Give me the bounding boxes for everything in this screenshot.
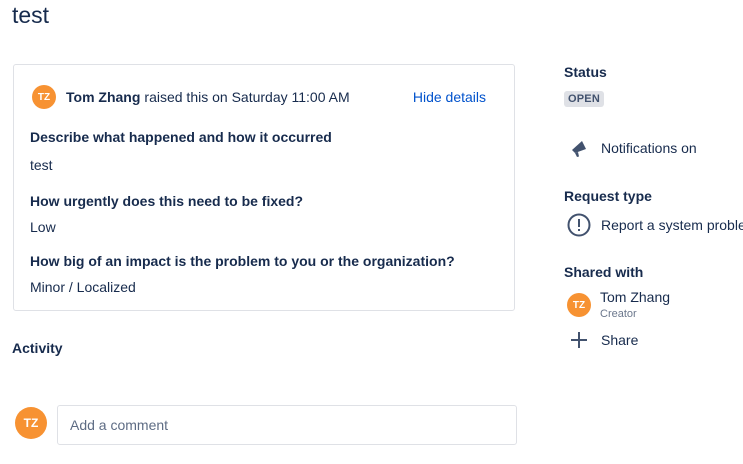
- shared-with-heading: Shared with: [564, 264, 644, 280]
- exclamation-circle-icon: [567, 213, 591, 237]
- field-label-urgency: How urgently does this need to be fixed?: [30, 193, 304, 209]
- field-value-description: test: [30, 157, 53, 173]
- shared-user-name: Tom Zhang: [600, 289, 671, 305]
- shared-user-role: Creator: [600, 308, 637, 320]
- status-heading: Status: [564, 64, 607, 80]
- hide-details-link[interactable]: Hide details: [413, 89, 486, 105]
- raised-text: raised this on Saturday 11:00 AM: [144, 89, 350, 105]
- field-value-urgency: Low: [30, 219, 56, 235]
- page-title: test: [12, 2, 50, 28]
- plus-icon: [567, 328, 591, 352]
- megaphone-icon: [567, 136, 591, 160]
- reporter-name: Tom Zhang: [66, 89, 141, 105]
- shared-user: TZ Tom Zhang Creator: [567, 288, 670, 322]
- request-type-row: Report a system proble: [567, 213, 743, 237]
- field-label-impact: How big of an impact is the problem to y…: [30, 253, 455, 269]
- comment-input[interactable]: [57, 405, 517, 445]
- commenter-avatar: TZ: [15, 407, 47, 439]
- status-badge: OPEN: [564, 91, 604, 107]
- request-type-value: Report a system proble: [601, 217, 743, 233]
- activity-heading: Activity: [12, 340, 63, 356]
- share-button[interactable]: Share: [567, 328, 638, 352]
- shared-user-avatar: TZ: [567, 293, 591, 317]
- reporter-row: TZ Tom Zhang raised this on Saturday 11:…: [32, 85, 350, 109]
- field-label-description: Describe what happened and how it occurr…: [30, 129, 332, 145]
- notifications-toggle[interactable]: Notifications on: [567, 136, 697, 160]
- share-label: Share: [601, 332, 639, 348]
- field-value-impact: Minor / Localized: [30, 279, 136, 295]
- notifications-label: Notifications on: [601, 140, 697, 156]
- request-type-heading: Request type: [564, 188, 652, 204]
- request-details-card: TZ Tom Zhang raised this on Saturday 11:…: [13, 64, 515, 311]
- reporter-avatar: TZ: [32, 85, 56, 109]
